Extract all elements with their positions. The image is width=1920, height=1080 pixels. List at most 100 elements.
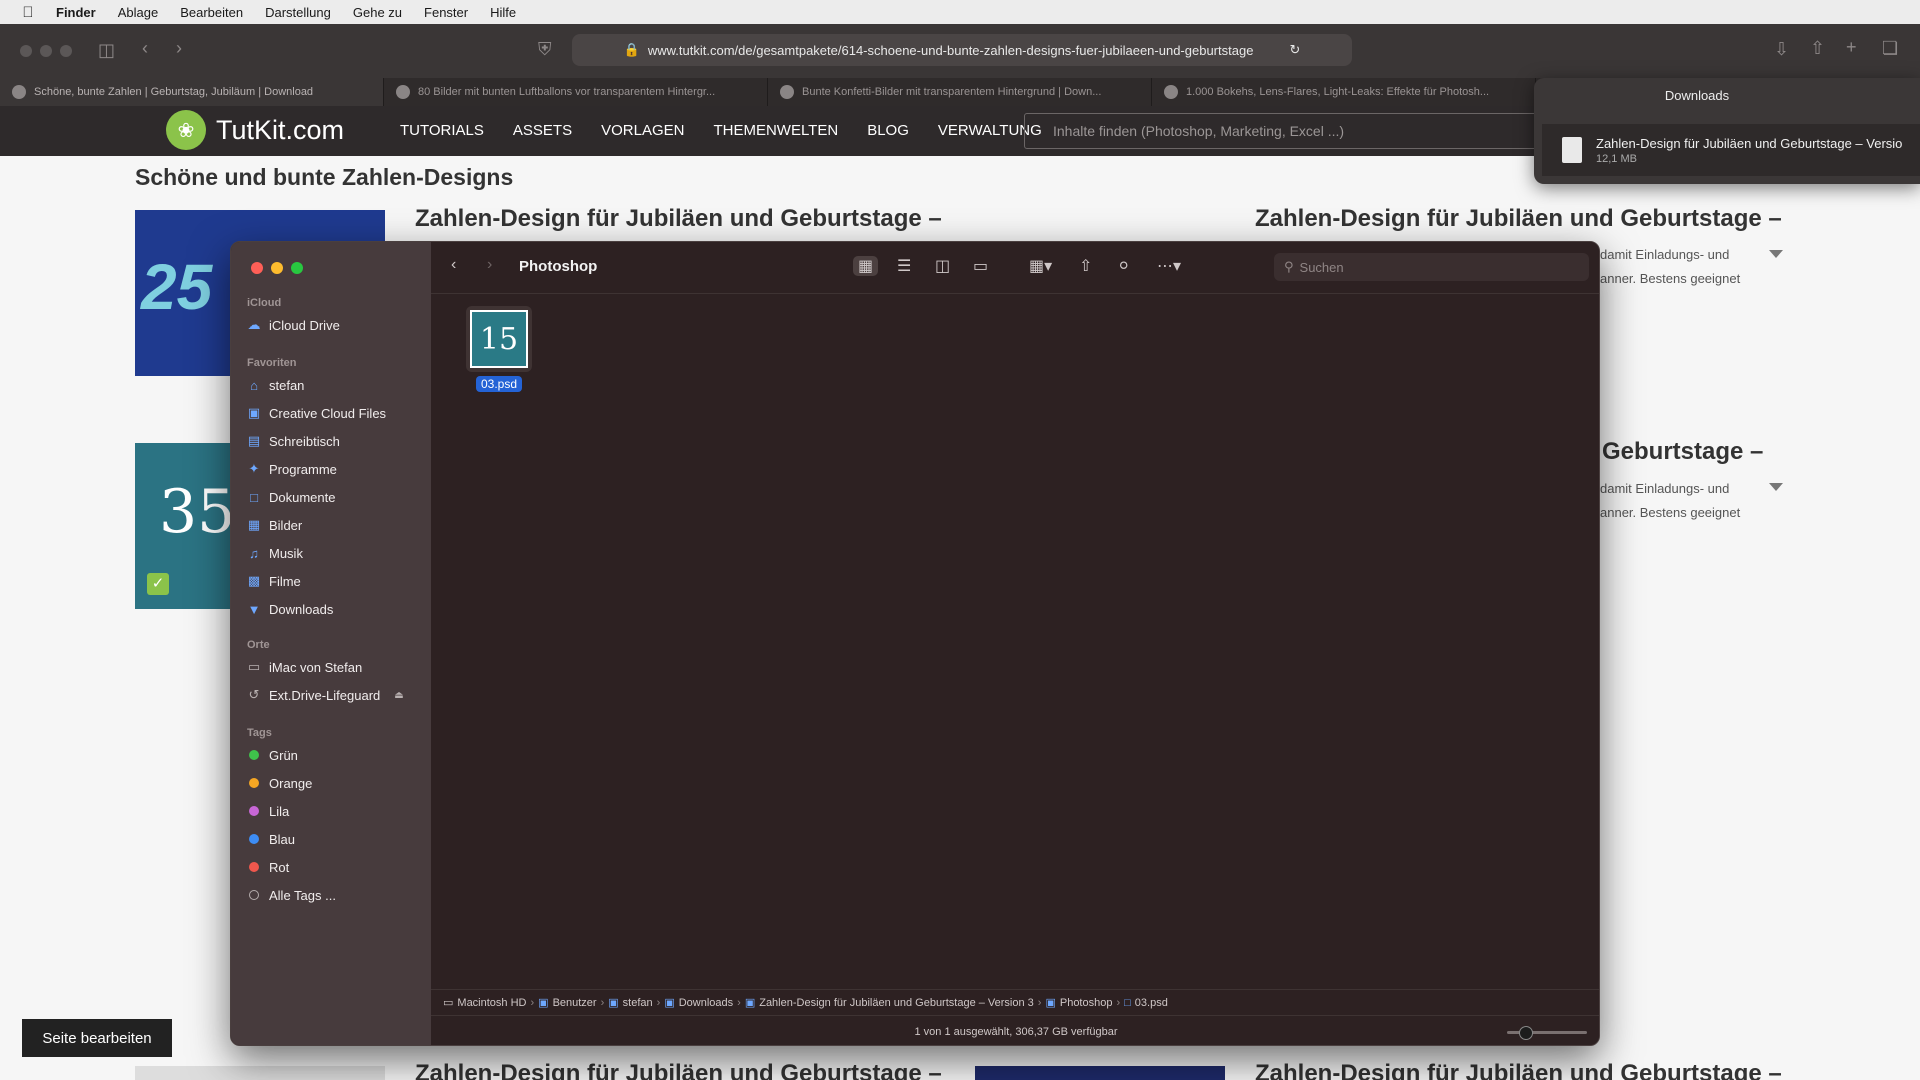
sidebar-head-icloud: iCloud [247, 297, 282, 309]
minimize-icon[interactable] [271, 262, 283, 274]
desktop-icon: ▤ [247, 433, 261, 448]
product-title-5[interactable]: Zahlen-Design für Jubiläen und Geburtsta… [415, 1060, 942, 1080]
sidebar-head-tags: Tags [247, 727, 272, 739]
product-thumbnail[interactable] [975, 1066, 1225, 1080]
menu-bearbeiten[interactable]: Bearbeiten [180, 5, 243, 20]
menu-hilfe[interactable]: Hilfe [490, 5, 516, 20]
product-title-1[interactable]: Zahlen-Design für Jubiläen und Geburtsta… [415, 205, 942, 233]
lock-icon: 🔒 [623, 42, 640, 57]
tab-1[interactable]: Schöne, bunte Zahlen | Geburtstag, Jubil… [0, 78, 384, 106]
more-actions-icon[interactable]: ⋯▾ [1157, 256, 1181, 276]
back-icon[interactable]: ‹ [142, 38, 148, 59]
sidebar-item-musik[interactable]: ♫ Musik [247, 542, 303, 564]
path-segment[interactable]: 03.psd [1135, 997, 1168, 1009]
path-segment[interactable]: Benutzer [553, 997, 597, 1009]
close-icon[interactable] [251, 262, 263, 274]
menu-gehe-zu[interactable]: Gehe zu [353, 5, 402, 20]
tutkit-logo-icon: ❀ [166, 110, 206, 150]
tab-label: Bunte Konfetti-Bilder mit transparentem … [802, 86, 1102, 98]
sidebar-item-bilder[interactable]: ▦ Bilder [247, 514, 302, 536]
sidebar-item-programme[interactable]: ✦ Programme [247, 458, 337, 480]
description-line: anner. Bestens geeignet [1600, 505, 1741, 520]
sidebar-item-schreibtisch[interactable]: ▤ Schreibtisch [247, 430, 340, 452]
tag-icon[interactable]: ⚪ [1117, 256, 1130, 276]
file-name[interactable]: 03.psd [475, 376, 523, 392]
sidebar-tag-lila[interactable]: Lila [247, 800, 289, 822]
path-segment[interactable]: Zahlen-Design für Jubiläen und Geburtsta… [759, 997, 1034, 1009]
nav-tutorials[interactable]: TUTORIALS [400, 122, 484, 139]
sidebar-tag-all[interactable]: Alle Tags ... [247, 884, 336, 906]
sidebar-item-downloads[interactable]: ▼ Downloads [247, 598, 334, 620]
new-tab-icon[interactable]: + [1846, 37, 1857, 58]
nav-assets[interactable]: ASSETS [513, 122, 572, 139]
forward-icon[interactable]: › [176, 38, 182, 59]
back-icon[interactable]: ‹ [451, 256, 456, 274]
sidebar-tag-blau[interactable]: Blau [247, 828, 295, 850]
apple-logo-icon[interactable]:  [0, 4, 56, 21]
sidebar-toggle-icon[interactable]: ◫ [98, 40, 115, 61]
window-controls[interactable] [20, 45, 72, 57]
icon-size-slider[interactable] [1507, 1026, 1587, 1040]
menu-fenster[interactable]: Fenster [424, 5, 468, 20]
tag-label: Rot [269, 859, 290, 875]
menu-finder[interactable]: Finder [56, 5, 96, 20]
group-icon[interactable]: ▦▾ [1029, 256, 1052, 276]
expand-caret-icon[interactable] [1769, 250, 1783, 258]
address-bar[interactable]: 🔒 www.tutkit.com/de/gesamtpakete/614-sch… [572, 34, 1352, 66]
path-segment[interactable]: Downloads [679, 997, 733, 1009]
icon-view-icon[interactable]: ▦ [853, 256, 879, 276]
menu-darstellung[interactable]: Darstellung [265, 5, 331, 20]
finder-search-input[interactable]: ⚲ Suchen [1274, 253, 1589, 281]
forward-icon[interactable]: › [487, 256, 492, 274]
site-search-input[interactable]: Inhalte finden (Photoshop, Marketing, Ex… [1024, 113, 1544, 149]
sidebar-item-creative-cloud-files[interactable]: ▣ Creative Cloud Files [247, 402, 386, 424]
privacy-shield-icon[interactable]: ⛨ [538, 39, 552, 60]
sidebar-tag-rot[interactable]: Rot [247, 856, 289, 878]
download-item[interactable]: Zahlen-Design für Jubiläen und Geburtsta… [1542, 124, 1920, 176]
tab-label: Schöne, bunte Zahlen | Geburtstag, Jubil… [34, 86, 314, 98]
sidebar-tag-orange[interactable]: Orange [247, 772, 312, 794]
music-icon: ♫ [249, 545, 259, 561]
menu-ablage[interactable]: Ablage [118, 5, 158, 20]
gallery-view-icon[interactable]: ▭ [973, 256, 988, 276]
time-machine-icon: ↺ [248, 687, 260, 702]
path-segment[interactable]: Photoshop [1060, 997, 1113, 1009]
search-placeholder: Suchen [1299, 259, 1344, 275]
tab-overview-icon[interactable]: ❏ [1882, 38, 1898, 59]
product-title-4[interactable]: Geburtstage – [1602, 438, 1763, 466]
sidebar-tag-gruen[interactable]: Grün [247, 744, 298, 766]
zoom-icon[interactable] [291, 262, 303, 274]
path-segment[interactable]: Macintosh HD [457, 997, 526, 1009]
sidebar-item-icloud-drive[interactable]: ☁ iCloud Drive [247, 314, 340, 336]
sidebar-item-stefan[interactable]: ⌂ stefan [247, 374, 304, 396]
product-thumbnail[interactable] [135, 1066, 385, 1080]
nav-vorlagen[interactable]: VORLAGEN [601, 122, 684, 139]
sidebar-item-ext-drive[interactable]: ↺ Ext.Drive-Lifeguard ⏏ [247, 684, 404, 706]
all-tags-icon [249, 889, 259, 900]
share-icon[interactable]: ⇧ [1810, 38, 1825, 59]
path-segment[interactable]: stefan [623, 997, 653, 1009]
sidebar-item-filme[interactable]: ▩ Filme [247, 570, 301, 592]
download-name: Zahlen-Design für Jubiläen und Geburtsta… [1596, 135, 1903, 151]
reload-icon[interactable]: ↻ [1289, 42, 1300, 58]
site-logo[interactable]: ❀ TutKit.com [166, 110, 344, 150]
product-thumbnail-35[interactable]: 35 ✓ [135, 443, 235, 609]
edit-page-button[interactable]: Seite bearbeiten [22, 1019, 172, 1057]
sidebar-item-dokumente[interactable]: □ Dokumente [247, 486, 335, 508]
nav-blog[interactable]: BLOG [867, 122, 909, 139]
sidebar-item-imac[interactable]: ▭ iMac von Stefan [247, 656, 362, 678]
downloads-icon[interactable]: ⇩ [1774, 39, 1789, 60]
eject-icon[interactable]: ⏏ [394, 690, 403, 701]
column-view-icon[interactable]: ◫ [935, 256, 950, 276]
share-icon[interactable]: ⇧ [1079, 256, 1092, 276]
expand-caret-icon[interactable] [1769, 483, 1783, 491]
tab-3[interactable]: Bunte Konfetti-Bilder mit transparentem … [768, 78, 1152, 106]
nav-themenwelten[interactable]: THEMENWELTEN [713, 122, 838, 139]
product-title-6[interactable]: Zahlen-Design für Jubiläen und Geburtsta… [1255, 1060, 1782, 1080]
tag-label: Lila [269, 803, 290, 819]
list-view-icon[interactable]: ☰ [897, 256, 911, 276]
cloud-icon: ☁ [247, 317, 261, 332]
tab-2[interactable]: 80 Bilder mit bunten Luftballons vor tra… [384, 78, 768, 106]
file-item[interactable]: 15 03.psd [459, 306, 539, 393]
product-title-2[interactable]: Zahlen-Design für Jubiläen und Geburtsta… [1255, 205, 1782, 233]
